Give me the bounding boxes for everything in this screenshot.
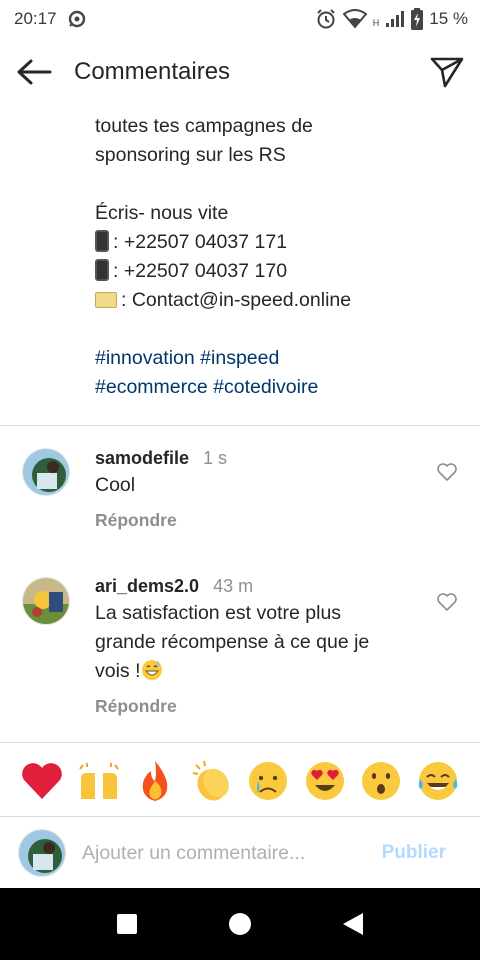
paper-plane-icon xyxy=(430,57,464,88)
emoji-astonished-face-button[interactable] xyxy=(357,757,405,805)
quick-emoji-bar xyxy=(0,750,480,812)
hashtag-link[interactable]: #inspeed xyxy=(200,347,279,369)
astonished-face-icon xyxy=(362,762,401,800)
emoji-fire-button[interactable] xyxy=(131,757,179,805)
emoji-red-heart-button[interactable] xyxy=(18,757,66,805)
caption-email: : Contact@in-speed.online xyxy=(121,289,352,311)
reply-button[interactable]: Répondre xyxy=(95,510,415,531)
header: Commentaires xyxy=(0,38,480,106)
comment-text-line: grande récompense à ce que je xyxy=(95,631,370,653)
mobile-phone-icon xyxy=(95,259,109,281)
arrow-left-icon xyxy=(17,59,52,85)
triangle-back-icon xyxy=(343,913,364,935)
post-caption: toutes tes campagnes de sponsoring sur l… xyxy=(95,112,455,402)
comment-username[interactable]: ari_dems2.0 xyxy=(95,576,199,596)
crying-face-icon xyxy=(249,762,288,800)
emoji-raised-hands-button[interactable] xyxy=(75,757,123,805)
heart-outline-icon xyxy=(437,463,457,481)
caption-line: toutes tes campagnes de xyxy=(95,115,313,137)
like-comment-button[interactable] xyxy=(436,591,458,613)
heart-eyes-icon xyxy=(305,762,344,800)
system-nav-bar xyxy=(0,888,480,960)
reply-button[interactable]: Répondre xyxy=(95,696,415,717)
mobile-phone-icon xyxy=(95,230,109,252)
red-heart-icon xyxy=(22,763,63,799)
caption-phone-line: : +22507 04037 171 xyxy=(95,228,455,257)
caption-phone-line: : +22507 04037 170 xyxy=(95,257,455,286)
comment-time: 1 s xyxy=(203,448,228,468)
comment-text-line: La satisfaction est votre plus xyxy=(95,602,342,624)
hashtag-link[interactable]: #cotedivoire xyxy=(213,376,318,398)
emoji-crying-face-button[interactable] xyxy=(244,757,292,805)
share-button[interactable] xyxy=(424,52,464,92)
notification-icon xyxy=(67,9,87,29)
wifi-icon xyxy=(342,9,367,29)
hashtag-link[interactable]: #ecommerce xyxy=(95,376,208,398)
divider xyxy=(0,425,480,426)
caption-phone-1: : +22507 04037 171 xyxy=(113,231,288,253)
caption-line: Écris- nous vite xyxy=(95,202,229,224)
home-button[interactable] xyxy=(216,900,264,948)
caption-phone-2: : +22507 04037 170 xyxy=(113,260,288,282)
comment-time: 43 m xyxy=(213,576,254,596)
emoji-tears-of-joy-button[interactable] xyxy=(414,757,462,805)
square-icon xyxy=(116,914,137,934)
battery-charging-icon xyxy=(411,8,424,30)
page-title: Commentaires xyxy=(74,58,231,85)
clapping-hands-icon xyxy=(192,760,229,801)
envelope-icon xyxy=(95,292,117,308)
recents-button[interactable] xyxy=(103,900,151,948)
battery-level: 15 % xyxy=(429,9,468,28)
emoji-clapping-hands-button[interactable] xyxy=(188,757,236,805)
circle-icon xyxy=(228,913,251,935)
comment-input[interactable] xyxy=(82,841,352,865)
heart-outline-icon xyxy=(437,593,457,611)
status-time: 20:17 xyxy=(14,9,57,28)
publish-button[interactable]: Publier xyxy=(382,842,462,864)
comment-text-line: vois ! xyxy=(95,660,141,682)
back-button[interactable] xyxy=(16,52,56,92)
comment-composer: Publier xyxy=(0,818,480,888)
hashtag-link[interactable]: #innovation xyxy=(95,347,195,369)
caption-line: sponsoring sur les RS xyxy=(95,144,286,166)
avatar[interactable] xyxy=(22,577,70,625)
tears-of-joy-icon xyxy=(418,762,458,800)
status-bar: 20:17 H 15 % xyxy=(0,0,480,38)
caption-email-line: : Contact@in-speed.online xyxy=(95,286,455,315)
grinning-sweat-emoji-icon xyxy=(141,659,163,681)
comment-text: Cool xyxy=(95,474,136,496)
signal-icon xyxy=(385,10,405,28)
fire-icon xyxy=(143,761,168,801)
raised-hands-icon xyxy=(78,763,119,799)
comment-username[interactable]: samodefile xyxy=(95,448,189,468)
like-comment-button[interactable] xyxy=(436,461,458,483)
alarm-icon xyxy=(315,8,337,30)
avatar xyxy=(18,829,66,877)
divider xyxy=(0,742,480,743)
system-back-button[interactable] xyxy=(329,900,377,948)
divider xyxy=(0,816,480,817)
avatar[interactable] xyxy=(22,448,70,496)
emoji-heart-eyes-button[interactable] xyxy=(301,757,349,805)
network-type: H xyxy=(372,18,380,28)
